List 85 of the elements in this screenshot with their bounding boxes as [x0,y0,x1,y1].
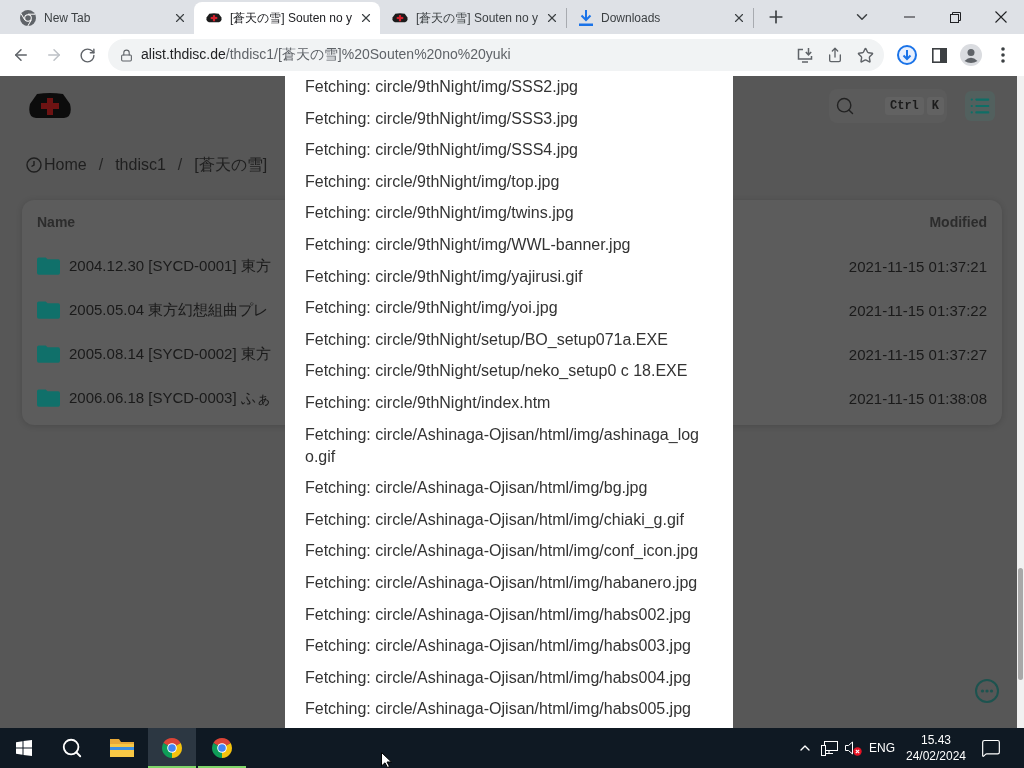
taskbar-app-button[interactable] [148,728,196,768]
breadcrumb-link[interactable]: thdisc1 [115,156,166,174]
network-icon [820,740,838,756]
cross-logo-icon [392,13,408,23]
search-button[interactable]: Ctrl K [829,89,947,123]
folder-name[interactable]: 2004.12.30 [SYCD-0001] 東方 [69,256,271,276]
search-icon [61,737,83,759]
folder-icon [110,738,134,758]
log-line: Fetching: circle/9thNight/img/top.jpg [305,171,561,192]
folder-name[interactable]: 2006.06.18 [SYCD-0003] ふぁ [69,388,271,408]
close-icon [995,11,1007,23]
list-icon [969,95,991,117]
modified-date: 2021-11-15 01:38:08 [848,389,987,407]
log-line: Fetching: circle/Ashinaga-Ojisan/html/img/bg.jpg [305,478,649,499]
monitor-download-icon [797,47,813,63]
reload-icon [78,46,96,64]
log-line: Fetching: circle/Ashinaga-Ojisan/html/img/habs002.jpg [305,604,692,625]
log-line: Fetching: circle/9thNight/img/SSS4.jpg [305,140,579,161]
star-icon [856,46,874,64]
log-line: Fetching: circle/Ashinaga-Ojisan/html/img/chiaki_g.gif [305,509,685,530]
breadcrumb-link[interactable]: [蒼天の雪] [194,154,268,176]
browser-logo-icon [20,10,36,26]
url-text: alist.thdisc.de/thdisc1/[蒼天の雪]%20Souten%20no%20yuki [141,46,511,64]
forward-arrow-icon [45,46,63,64]
browser-tab[interactable]: New Tab [8,2,194,34]
browser-icon [210,736,234,760]
browser-tab[interactable]: [蒼天の雪] Souten no y [380,2,566,34]
log-line: Fetching: circle/9thNight/img/WWL-banner.jpg [305,234,632,255]
shortcut-key: Ctrl [885,97,924,115]
close-icon [173,11,187,25]
breadcrumb-separator: / [177,156,183,174]
window-logo-icon [16,740,32,756]
scrollbar-thumb[interactable] [1018,568,1023,680]
log-line: Fetching: circle/9thNight/img/yajirusi.gif [305,266,584,287]
clock-button[interactable]: 15.43 24/02/2024 [899,728,973,768]
log-line: Fetching: circle/Ashinaga-Ojisan/html/img/conf_icon.jpg [305,541,700,562]
side-panel-icon [931,47,947,63]
language-indicator[interactable]: ENG [865,741,899,755]
close-icon [359,11,373,25]
cross-logo-icon [206,13,222,23]
log-line: Fetching: circle/9thNight/setup/BO_setup071a.EXE [305,329,669,350]
log-line: Fetching: circle/Ashinaga-Ojisan/html/img/habanero.jpg [305,572,699,593]
folder-icon [37,257,60,275]
lock-icon [120,48,133,62]
modified-date: 2021-11-15 01:37:22 [848,301,987,319]
cross-logo-icon[interactable] [28,93,72,119]
log-line: Fetching: circle/Ashinaga-Ojisan/html/img/habs003.jpg [305,636,692,657]
log-line: Fetching: circle/9thNight/index.htm [305,392,552,413]
browser-icon [160,736,184,760]
log-line: Fetching: circle/9thNight/img/SSS3.jpg [305,108,579,129]
download-circle-icon [897,45,917,65]
browser-tab[interactable]: [蒼天の雪] Souten no y [194,2,380,34]
folder-name[interactable]: 2005.08.14 [SYCD-0002] 東方 [69,344,271,364]
restore-icon [949,11,961,23]
close-icon [732,11,746,25]
breadcrumb-link[interactable]: Home [44,156,87,174]
folder-icon [37,345,60,363]
modified-date: 2021-11-15 01:37:21 [848,257,987,275]
clock-icon [26,157,42,173]
log-line: Fetching: circle/9thNight/img/SSS2.jpg [305,77,579,97]
address-bar[interactable]: alist.thdisc.de/thdisc1/[蒼天の雪]%20Souten%20no%20yuki [108,39,884,71]
log-line: Fetching: circle/Ashinaga-Ojisan/html/img/habs004.jpg [305,667,692,688]
breadcrumb-separator: / [98,156,104,174]
notification-icon [981,738,1001,758]
log-line: Fetching: circle/9thNight/img/twins.jpg [305,203,575,224]
log-line: Fetching: circle/9thNight/img/yoi.jpg [305,298,559,319]
close-icon [545,11,559,25]
menu-icon [1001,47,1005,63]
log-line: Fetching: circle/9thNight/setup/neko_setup0 c 18.EXE [305,361,689,382]
mouse-cursor-icon [381,752,392,768]
folder-name[interactable]: 2005.05.04 東方幻想組曲プレ [69,300,269,320]
search-icon [835,96,855,116]
browser-tab[interactable]: Downloads [567,2,753,34]
log-line: Fetching: circle/Ashinaga-Ojisan/html/img/ashinaga_logo.gif [305,424,700,467]
share-icon [827,47,843,63]
log-line: Fetching: circle/Ashinaga-Ojisan/html/img/habs005.jpg [305,699,692,720]
scrollbar[interactable] [1017,76,1024,728]
minimize-icon [903,16,915,18]
folder-icon [37,389,60,407]
avatar-icon [960,44,982,66]
shortcut-key: K [926,97,944,115]
ellipsis-circle-icon [975,679,999,703]
folder-icon [37,301,60,319]
modified-date: 2021-11-15 01:37:27 [848,345,987,363]
download-icon [579,10,593,26]
